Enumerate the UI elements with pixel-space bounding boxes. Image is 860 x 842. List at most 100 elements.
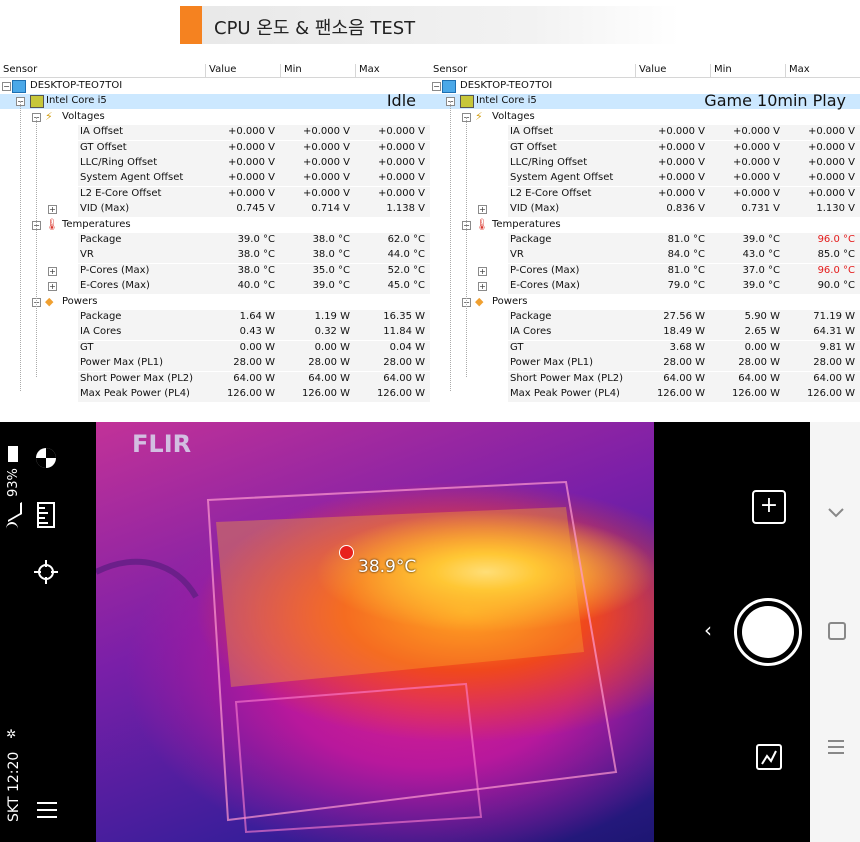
shutter-button[interactable] — [734, 598, 802, 666]
group-temperatures[interactable]: − 🌡 Temperatures — [430, 218, 860, 233]
sensor-row[interactable]: + VID (Max) 0.745 V 0.714 V 1.138 V — [0, 202, 430, 218]
flir-phone-screenshot: SKT 12:20 93% ✲ FLIR 38.9°C + ‹ — [0, 422, 860, 842]
recent-apps-icon[interactable] — [828, 740, 844, 754]
sensor-row[interactable]: Short Power Max (PL2) 64.00 W 64.00 W 64.00… — [0, 371, 430, 387]
group-label: Temperatures — [492, 218, 561, 230]
sensor-row[interactable]: System Agent Offset +0.000 V +0.000 V +0.00… — [0, 171, 430, 187]
sensor-value: 81.0 °C — [667, 264, 705, 276]
cpu-row[interactable]: − Intel Core i5 Game 10min Play — [430, 91, 860, 111]
sensor-row[interactable]: Package 1.64 W 1.19 W 16.35 W — [0, 310, 430, 325]
column-value[interactable]: Value — [635, 64, 709, 77]
sensor-row[interactable]: L2 E-Core Offset +0.000 V +0.000 V +0.000 V — [0, 186, 430, 202]
sensor-row[interactable]: Package 81.0 °C 39.0 °C 96.0 °C — [430, 233, 860, 248]
sensor-row[interactable]: + VID (Max) 0.836 V 0.731 V 1.130 V — [430, 202, 860, 218]
sensor-row[interactable]: VR 84.0 °C 43.0 °C 85.0 °C — [430, 248, 860, 264]
group-voltages[interactable]: − ⚡ Voltages — [0, 110, 430, 125]
expand-icon[interactable]: + — [478, 282, 487, 292]
column-header: Sensor Value Min Max — [0, 63, 430, 78]
expand-icon[interactable]: + — [48, 205, 57, 215]
cpu-row[interactable]: − Intel Core i5 Idle — [0, 91, 430, 110]
sensor-row[interactable]: Power Max (PL1) 28.00 W 28.00 W 28.00 W — [430, 356, 860, 372]
sensor-name: E-Cores (Max) — [80, 280, 150, 292]
sensor-value: +0.000 V — [227, 141, 275, 153]
sensor-row[interactable]: Short Power Max (PL2) 64.00 W 64.00 W 64.00… — [430, 371, 860, 387]
sensor-min: +0.000 V — [302, 172, 350, 184]
battery-icon — [8, 446, 18, 462]
column-sensor[interactable]: Sensor — [430, 64, 633, 77]
column-min[interactable]: Min — [280, 64, 354, 77]
menu-icon[interactable] — [37, 802, 57, 818]
sensor-min: +0.000 V — [302, 126, 350, 138]
group-powers[interactable]: − ◆ Powers — [0, 295, 430, 310]
sensor-max: 90.0 °C — [817, 280, 855, 292]
sensor-min: 5.90 W — [744, 311, 780, 322]
sensor-row[interactable]: VR 38.0 °C 38.0 °C 44.0 °C — [0, 248, 430, 264]
sensor-row[interactable]: + E-Cores (Max) 79.0 °C 39.0 °C 90.0 °C — [430, 279, 860, 295]
host-row[interactable]: − DESKTOP-TEO7TOI — [0, 79, 430, 94]
sensor-max: +0.000 V — [807, 141, 855, 153]
sensor-row[interactable]: + E-Cores (Max) 40.0 °C 39.0 °C 45.0 °C — [0, 279, 430, 295]
sensor-row[interactable]: GT Offset +0.000 V +0.000 V +0.000 V — [0, 140, 430, 156]
sensor-row[interactable]: Power Max (PL1) 28.00 W 28.00 W 28.00 W — [0, 356, 430, 372]
panel-scenario-label: Game 10min Play — [704, 91, 846, 111]
sensor-min: +0.000 V — [732, 157, 780, 168]
sensor-row[interactable]: IA Cores 18.49 W 2.65 W 64.31 W — [430, 325, 860, 341]
sensor-min: +0.000 V — [732, 172, 780, 184]
flir-logo: FLIR — [132, 430, 192, 458]
sensor-min: 0.00 W — [314, 341, 350, 353]
group-label: Voltages — [62, 110, 105, 122]
collapse-icon[interactable]: − — [432, 82, 441, 91]
sensor-row[interactable]: Package 27.56 W 5.90 W 71.19 W — [430, 310, 860, 325]
column-sensor[interactable]: Sensor — [0, 64, 203, 77]
sensor-min: 2.65 W — [744, 326, 780, 338]
expand-icon[interactable]: + — [478, 266, 487, 276]
sensor-row[interactable]: Package 39.0 °C 38.0 °C 62.0 °C — [0, 233, 430, 248]
sensor-row[interactable]: GT Offset +0.000 V +0.000 V +0.000 V — [430, 140, 860, 156]
group-voltages[interactable]: − ⚡ Voltages — [430, 110, 860, 125]
chevron-down-icon[interactable] — [828, 508, 844, 518]
expand-icon[interactable]: + — [48, 266, 57, 276]
voltage-icon: ⚡ — [475, 109, 483, 123]
sensor-row[interactable]: IA Cores 0.43 W 0.32 W 11.84 W — [0, 325, 430, 341]
sensor-row[interactable]: Max Peak Power (PL4) 126.00 W 126.00 W 126.… — [0, 387, 430, 402]
expand-icon[interactable]: + — [478, 205, 487, 215]
gallery-icon[interactable] — [756, 744, 782, 770]
sensor-row[interactable]: LLC/Ring Offset +0.000 V +0.000 V +0.000 V — [0, 156, 430, 171]
sensor-min: 38.0 °C — [312, 234, 350, 245]
sensor-max: 96.0 °C — [817, 234, 855, 245]
ruler-icon[interactable] — [36, 502, 56, 528]
sensor-row[interactable]: IA Offset +0.000 V +0.000 V +0.000 V — [0, 125, 430, 141]
sensor-row[interactable]: GT 3.68 W 0.00 W 9.81 W — [430, 340, 860, 356]
column-min[interactable]: Min — [710, 64, 784, 77]
sensor-row[interactable]: GT 0.00 W 0.00 W 0.04 W — [0, 340, 430, 356]
plus-button[interactable]: + — [752, 490, 786, 524]
sensor-min: 39.0 °C — [742, 280, 780, 292]
expand-icon[interactable]: + — [48, 282, 57, 292]
group-temperatures[interactable]: − 🌡 Temperatures — [0, 218, 430, 233]
sensor-min: 0.32 W — [314, 326, 350, 338]
home-icon[interactable] — [828, 622, 846, 640]
sensor-row[interactable]: Max Peak Power (PL4) 126.00 W 126.00 W 126.… — [430, 387, 860, 402]
sensor-value: 18.49 W — [663, 326, 705, 338]
sensor-row[interactable]: LLC/Ring Offset +0.000 V +0.000 V +0.000 V — [430, 156, 860, 171]
collapse-icon[interactable]: − — [2, 82, 11, 91]
sensor-row[interactable]: System Agent Offset +0.000 V +0.000 V +0.00… — [430, 171, 860, 187]
sensor-value: 39.0 °C — [237, 234, 275, 245]
column-max[interactable]: Max — [785, 64, 859, 77]
sensor-row[interactable]: IA Offset +0.000 V +0.000 V +0.000 V — [430, 125, 860, 141]
sensor-name: IA Cores — [510, 326, 552, 338]
crosshair-icon[interactable] — [34, 560, 58, 584]
sensor-row[interactable]: + P-Cores (Max) 81.0 °C 37.0 °C 96.0 °C — [430, 263, 860, 279]
sensor-row[interactable]: + P-Cores (Max) 38.0 °C 35.0 °C 52.0 °C — [0, 263, 430, 279]
column-value[interactable]: Value — [205, 64, 279, 77]
sensor-row[interactable]: L2 E-Core Offset +0.000 V +0.000 V +0.000 V — [430, 186, 860, 202]
sensor-value: 3.68 W — [669, 341, 705, 353]
color-palette-icon[interactable] — [34, 446, 58, 470]
sensor-min: +0.000 V — [732, 187, 780, 199]
sensor-max: 28.00 W — [383, 357, 425, 369]
sensor-min: 43.0 °C — [742, 249, 780, 261]
group-powers[interactable]: − ◆ Powers — [430, 295, 860, 310]
chevron-left-icon[interactable]: ‹ — [704, 618, 712, 642]
sensor-value: 0.00 W — [239, 341, 275, 353]
column-max[interactable]: Max — [355, 64, 429, 77]
